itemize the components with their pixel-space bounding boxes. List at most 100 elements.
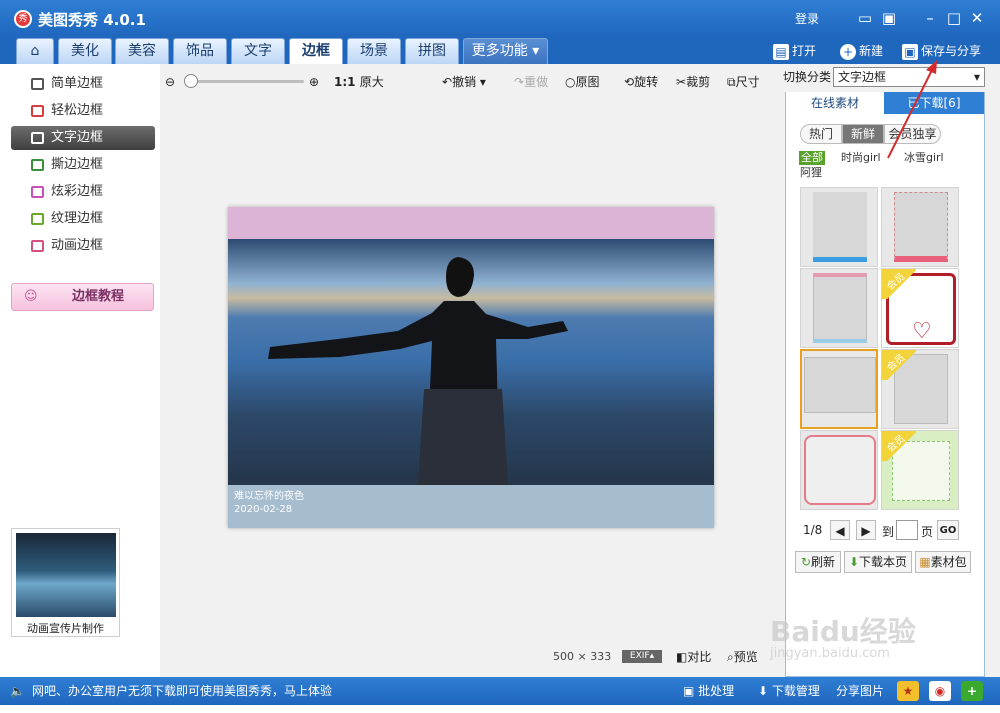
open-button[interactable]: ▤ 打开 [773,42,816,60]
download-page-button[interactable]: ⬇下载本页 [844,551,912,573]
home-tab[interactable]: ⌂ [16,38,54,64]
save-share-button[interactable]: ▣ 保存与分享 [902,42,981,60]
tab-more[interactable]: 更多功能 ▾ [463,38,548,64]
menu-torn-frame[interactable]: 撕边边框 [11,153,155,177]
resize-icon: ⧉ [727,75,736,89]
tab-cosmetic[interactable]: 美容 [115,38,169,64]
next-page-button[interactable]: ▶ [856,520,876,540]
close-icon[interactable]: ✕ [966,7,988,29]
crop-button[interactable]: ✂裁剪 [676,72,710,92]
undo-button[interactable]: ↶撤销 ▾ [442,72,486,92]
tab-collage[interactable]: 拼图 [405,38,459,64]
photo-canvas[interactable]: 难以忘怀的夜色 2020-02-28 [228,207,714,528]
redo-label: 重做 [524,75,549,89]
menu-label: 炫彩边框 [51,184,104,199]
frame-template[interactable]: 会员 [881,349,959,429]
undo-label: 撤销 [452,75,477,89]
tab-downloaded[interactable]: 已下载[6] [884,92,984,114]
tab-text[interactable]: 文字 [231,38,285,64]
frame-template[interactable] [800,268,878,348]
refresh-label: 刷新 [811,555,836,569]
frame-template[interactable] [800,187,878,267]
tab-frame[interactable]: 边框 [289,38,343,64]
frame-template[interactable] [800,430,878,510]
weibo-icon[interactable]: ◉ [929,681,951,701]
zoom-slider-track[interactable] [186,80,304,83]
pill-hot[interactable]: 热门 [800,124,842,144]
star-icon[interactable]: ★ [897,681,919,701]
circle-icon: ○ [565,75,576,89]
download-manager-icon: ⬇ [758,684,769,698]
maximize-icon[interactable]: □ [943,7,965,29]
magnifier-icon: ⌕ [727,650,734,664]
status-message[interactable]: 网吧、办公室用户无须下载即可使用美图秀秀，马上体验 [32,677,332,705]
watermark-text: Baidu经验 [770,615,916,648]
category-select[interactable]: 文字边框 ▾ [833,67,985,87]
preview-label: 预览 [733,650,758,664]
torn-frame-icon [31,159,44,171]
cat-ice-girl[interactable]: 冰雪girl [904,151,944,165]
frame-template[interactable]: ♡ 会员 [881,268,959,348]
menu-colorful-frame[interactable]: 炫彩边框 [11,180,155,204]
zoom-out-icon[interactable]: ⊖ [165,72,175,92]
package-icon: ▦ [919,555,931,569]
prev-page-button[interactable]: ◀ [830,520,850,540]
menu-text-frame[interactable]: 文字边框 [11,126,155,150]
minimize-icon[interactable]: – [919,7,941,29]
cat-ali[interactable]: 阿狸 [800,166,822,180]
rotate-button[interactable]: ⟲旋转 [624,72,658,92]
tab-accessories[interactable]: 饰品 [173,38,227,64]
batch-button[interactable]: ▣ 批处理 [683,677,734,705]
cat-all[interactable]: 全部 [799,151,825,165]
size-button[interactable]: ⧉尺寸 [727,72,760,92]
tab-online-material[interactable]: 在线素材 [786,92,884,114]
new-button[interactable]: + 新建 [840,42,883,60]
go-button[interactable]: GO [937,520,959,540]
promo-thumbnail[interactable]: 动画宣传片制作 [11,528,120,637]
frame-template-selected[interactable] [800,349,878,429]
text-frame-icon [31,132,44,144]
menu-easy-frame[interactable]: 轻松边框 [11,99,155,123]
cat-fashion-girl[interactable]: 时尚girl [841,151,881,165]
frame-template[interactable]: 会员 [881,430,959,510]
skin-icon[interactable]: ▣ [878,7,900,29]
tutorial-label: 边框教程 [72,289,125,304]
compare-button[interactable]: ◧对比 [676,648,711,665]
zoom-slider-knob[interactable] [184,74,198,88]
refresh-button[interactable]: ↻刷新 [795,551,841,573]
tab-scene[interactable]: 场景 [347,38,401,64]
frame-template[interactable] [881,187,959,267]
pill-vip[interactable]: 会员独享 [884,124,941,144]
download-manager-button[interactable]: ⬇ 下载管理 [758,677,820,705]
message-icon[interactable]: ▭ [854,7,876,29]
caption-title: 难以忘怀的夜色 [234,491,304,502]
menu-simple-frame[interactable]: 简单边框 [11,72,155,96]
material-pack-button[interactable]: ▦素材包 [915,551,971,573]
zoom-in-icon[interactable]: ⊕ [309,72,319,92]
tab-beautify[interactable]: 美化 [58,38,112,64]
night-city-photo [228,239,714,485]
frame-caption-band: 难以忘怀的夜色 2020-02-28 [228,485,714,528]
caption-date: 2020-02-28 [234,504,293,515]
login-link[interactable]: 登录 [795,10,819,27]
preview-button[interactable]: ⌕预览 [727,648,758,665]
add-icon[interactable]: + [961,681,983,701]
switch-category-label: 切换分类 [783,70,832,84]
compare-icon: ◧ [676,650,688,664]
undo-dropdown-icon[interactable]: ▾ [480,75,486,89]
tab-more-label: 更多功能 [471,43,528,59]
times-sign: × [577,650,587,663]
frame-tutorial-button[interactable]: ☺ 边框教程 [11,283,154,311]
original-button[interactable]: ○原图 [565,72,600,92]
redo-button[interactable]: ↷重做 [514,72,548,92]
menu-animated-frame[interactable]: 动画边框 [11,234,155,258]
page-number-input[interactable] [896,520,918,540]
pill-new[interactable]: 新鲜 [842,124,884,144]
exif-button[interactable]: EXIF▴ [622,650,662,663]
texture-frame-icon [31,213,44,225]
status-bar: 🔈 网吧、办公室用户无须下载即可使用美图秀秀，马上体验 ▣ 批处理 ⬇ 下载管理… [0,677,1000,705]
share-image-button[interactable]: 分享图片 [836,677,884,705]
menu-texture-frame[interactable]: 纹理边框 [11,207,155,231]
actual-size-button[interactable]: 1:1 原大 [334,72,384,92]
title-bar: 秀 美图秀秀 4.0.1 登录 ▭ ▣ – □ ✕ [0,0,1000,38]
